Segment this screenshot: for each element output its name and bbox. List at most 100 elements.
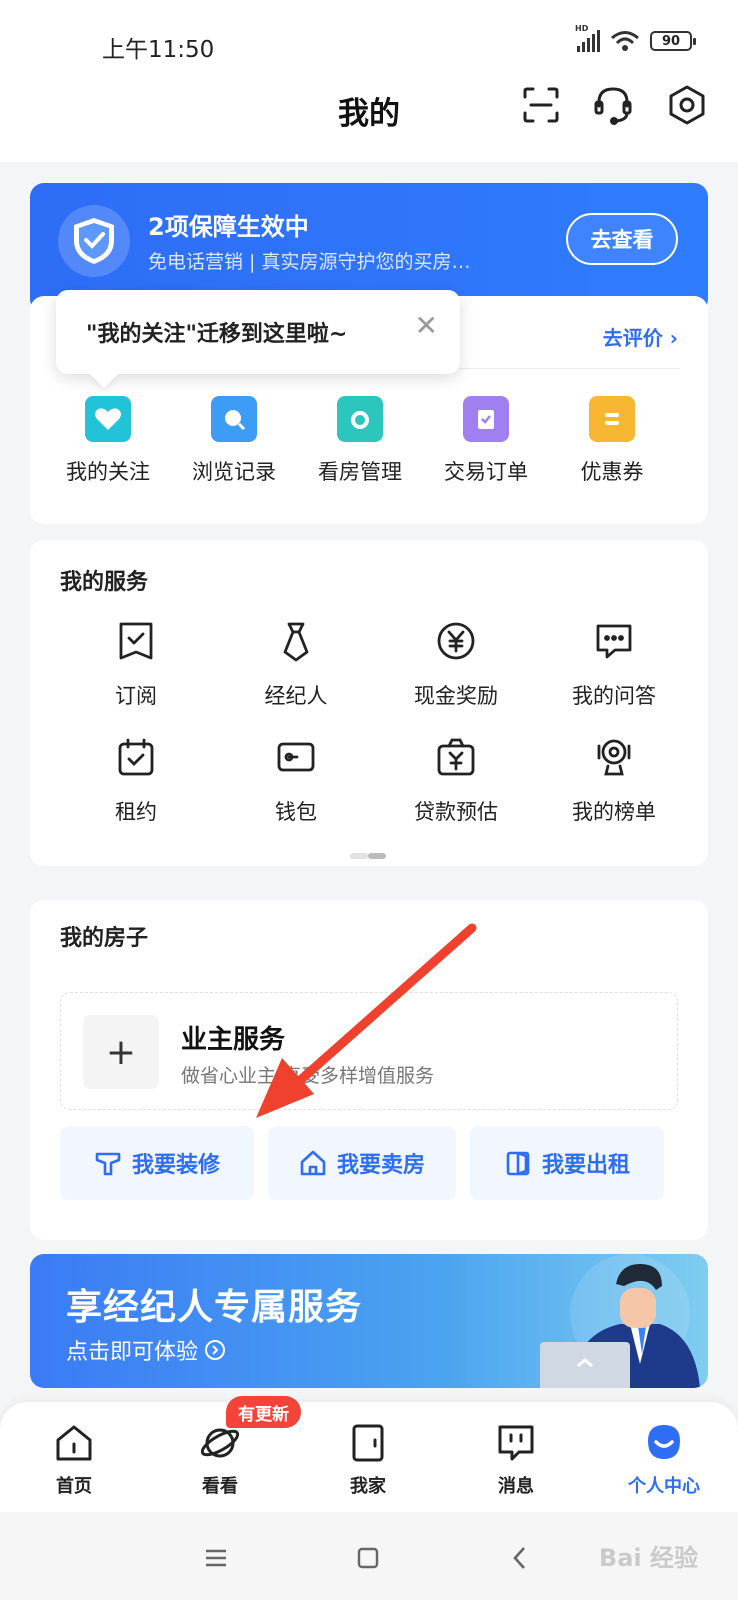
update-badge: 有更新 — [226, 1396, 301, 1428]
tab-my-home[interactable]: 我家 — [308, 1422, 428, 1498]
tab-label: 我家 — [350, 1476, 386, 1497]
yuan-bag-icon — [437, 738, 475, 776]
service-label: 租约 — [115, 800, 157, 824]
quick-item-orders[interactable]: 交易订单 — [426, 396, 546, 486]
migration-tooltip: "我的关注"迁移到这里啦~ ✕ — [56, 290, 460, 374]
planet-icon — [200, 1428, 240, 1458]
service-ranking[interactable]: 我的榜单 — [544, 736, 684, 826]
guarantee-subtitle: 免电话营销 | 真实房源守护您的买房… — [148, 251, 471, 273]
quick-item-label: 优惠券 — [580, 460, 644, 484]
shield-icon — [58, 205, 130, 277]
plus-icon: + — [83, 1015, 159, 1089]
promo-subtitle-text: 点击即可体验 — [66, 1340, 199, 1365]
folder-icon — [337, 396, 383, 442]
view-guarantee-button[interactable]: 去查看 — [566, 213, 678, 265]
services-title: 我的服务 — [60, 570, 149, 595]
service-label: 经纪人 — [264, 684, 328, 708]
tie-icon — [283, 622, 309, 662]
house-title: 我的房子 — [60, 926, 149, 951]
yuan-coin-icon — [437, 622, 475, 660]
menu-icon[interactable] — [196, 1538, 236, 1578]
service-loan-estimate[interactable]: 贷款预估 — [386, 736, 526, 826]
service-cash-reward[interactable]: 现金奖励 — [386, 620, 526, 710]
paint-roller-icon — [95, 1152, 121, 1176]
house-icon — [300, 1150, 326, 1176]
tab-label: 个人中心 — [628, 1476, 700, 1497]
trophy-icon — [597, 739, 631, 776]
home-square-icon[interactable] — [348, 1538, 388, 1578]
rate-link[interactable]: 去评价 › — [603, 322, 678, 351]
search-icon — [211, 396, 257, 442]
agent-promo-banner[interactable]: 享经纪人专属服务 点击即可体验 — [30, 1254, 708, 1388]
promo-title: 享经纪人专属服务 — [66, 1287, 363, 1328]
sell-house-label: 我要卖房 — [336, 1153, 425, 1178]
services-card: 我的服务 订阅 经纪人 现金奖励 我的问答 租约 钱包 贷款预估 我的榜单 — [30, 540, 708, 866]
tab-label: 首页 — [56, 1476, 92, 1497]
rent-out-button[interactable]: 我要出租 — [470, 1126, 664, 1200]
service-label: 我的问答 — [572, 684, 656, 708]
page-indicator — [350, 844, 388, 859]
quick-item-viewing[interactable]: 看房管理 — [300, 396, 420, 486]
my-house-card: 我的房子 + 业主服务 做省心业主 享受多样增值服务 我要装修 我要卖房 我要出… — [30, 900, 708, 1240]
cell-signal-icon: HD — [575, 24, 600, 52]
wallet-icon — [277, 742, 315, 772]
quick-item-label: 看房管理 — [318, 460, 402, 484]
home-icon — [56, 1425, 92, 1461]
door-icon — [506, 1151, 530, 1176]
quick-item-label: 浏览记录 — [192, 460, 276, 484]
owner-service-title: 业主服务 — [181, 1025, 286, 1055]
service-label: 现金奖励 — [414, 684, 498, 708]
clipboard-check-icon — [463, 396, 509, 442]
watermark: Bai 经验 — [598, 1544, 698, 1572]
service-label: 钱包 — [275, 800, 317, 824]
tab-messages[interactable]: 消息 — [456, 1422, 576, 1498]
rent-out-label: 我要出租 — [541, 1153, 630, 1178]
guarantee-title: 2项保障生效中 — [148, 213, 309, 241]
door-home-icon — [352, 1424, 384, 1462]
agent-illustration — [540, 1254, 700, 1388]
tab-explore[interactable]: 看看 — [160, 1422, 280, 1498]
service-label: 订阅 — [115, 684, 157, 708]
settings-icon[interactable] — [664, 82, 710, 128]
circle-arrow-icon — [205, 1340, 226, 1360]
calendar-check-icon — [118, 738, 154, 776]
quick-item-coupons[interactable]: 优惠券 — [552, 396, 672, 486]
scan-icon[interactable] — [518, 82, 564, 128]
quick-item-follow[interactable]: 我的关注 — [48, 396, 168, 486]
bottom-tab-bar: 首页 看看 我家 消息 个人中心 — [0, 1402, 738, 1512]
owner-service-box[interactable]: + 业主服务 做省心业主 享受多样增值服务 — [60, 992, 678, 1110]
renovate-button[interactable]: 我要装修 — [60, 1126, 254, 1200]
service-label: 我的榜单 — [572, 800, 656, 824]
service-label: 贷款预估 — [414, 800, 498, 824]
system-nav-bar: Bai 经验 — [0, 1512, 738, 1600]
chat-bubble-icon — [596, 624, 632, 659]
close-icon[interactable]: ✕ — [415, 312, 438, 340]
quick-item-history[interactable]: 浏览记录 — [174, 396, 294, 486]
tab-home[interactable]: 首页 — [14, 1422, 134, 1498]
status-time: 上午11:50 — [102, 37, 215, 63]
tab-label: 看看 — [202, 1476, 238, 1497]
back-icon[interactable] — [500, 1538, 540, 1578]
customer-service-icon[interactable] — [590, 82, 636, 128]
service-subscribe[interactable]: 订阅 — [66, 620, 206, 710]
status-icons: HD 90 — [575, 24, 696, 52]
service-agent[interactable]: 经纪人 — [226, 620, 366, 710]
tab-profile[interactable]: 个人中心 — [604, 1422, 724, 1498]
rate-link-label: 去评价 — [602, 326, 663, 350]
chevron-right-icon: › — [669, 326, 678, 350]
quick-item-label: 我的关注 — [66, 460, 150, 484]
heart-house-icon — [85, 396, 131, 442]
service-wallet[interactable]: 钱包 — [226, 736, 366, 826]
message-icon — [498, 1425, 534, 1461]
quick-item-label: 交易订单 — [444, 460, 528, 484]
tab-label: 消息 — [498, 1476, 534, 1497]
service-lease[interactable]: 租约 — [66, 736, 206, 826]
header: 我的 — [0, 70, 738, 162]
network-type-label: HD — [575, 24, 589, 33]
coupon-icon — [589, 396, 635, 442]
sell-house-button[interactable]: 我要卖房 — [268, 1126, 456, 1200]
bookmark-check-icon — [119, 622, 153, 660]
owner-service-subtitle: 做省心业主 享受多样增值服务 — [181, 1065, 435, 1087]
battery-level: 90 — [661, 33, 681, 49]
service-qa[interactable]: 我的问答 — [544, 620, 684, 710]
